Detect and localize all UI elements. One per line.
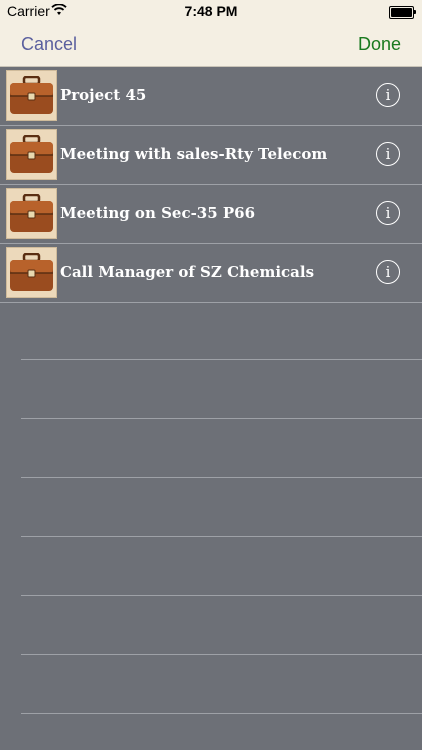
empty-row [21,478,422,537]
info-icon[interactable]: i [376,201,400,225]
nav-bar: Cancel Done [0,22,422,67]
task-title: Call Manager of SZ Chemicals [60,263,315,281]
task-title: Meeting on Sec-35 P66 [60,204,256,222]
task-list: Project 45 i Meeting with sales-Rty Tele… [0,67,422,303]
info-icon[interactable]: i [376,83,400,107]
briefcase-icon [6,247,57,298]
empty-row [21,537,422,596]
briefcase-icon [6,70,57,121]
info-icon[interactable]: i [376,260,400,284]
empty-row [21,301,422,360]
battery-icon [389,6,416,19]
cancel-button[interactable]: Cancel [21,22,77,66]
status-bar: Carrier 7:48 PM [0,0,422,22]
task-title: Meeting with sales-Rty Telecom [60,145,328,163]
task-row[interactable]: Call Manager of SZ Chemicals i [0,244,422,303]
briefcase-icon [6,188,57,239]
task-row[interactable]: Meeting with sales-Rty Telecom i [0,126,422,185]
empty-row [21,360,422,419]
empty-row [21,419,422,478]
briefcase-icon [6,129,57,180]
task-row[interactable]: Meeting on Sec-35 P66 i [0,185,422,244]
clock-time: 7:48 PM [184,3,238,19]
empty-table-area [0,301,422,714]
task-title: Project 45 [60,86,147,104]
done-button[interactable]: Done [358,22,401,66]
info-icon[interactable]: i [376,142,400,166]
task-row[interactable]: Project 45 i [0,67,422,126]
empty-row [21,596,422,655]
empty-row [21,655,422,714]
